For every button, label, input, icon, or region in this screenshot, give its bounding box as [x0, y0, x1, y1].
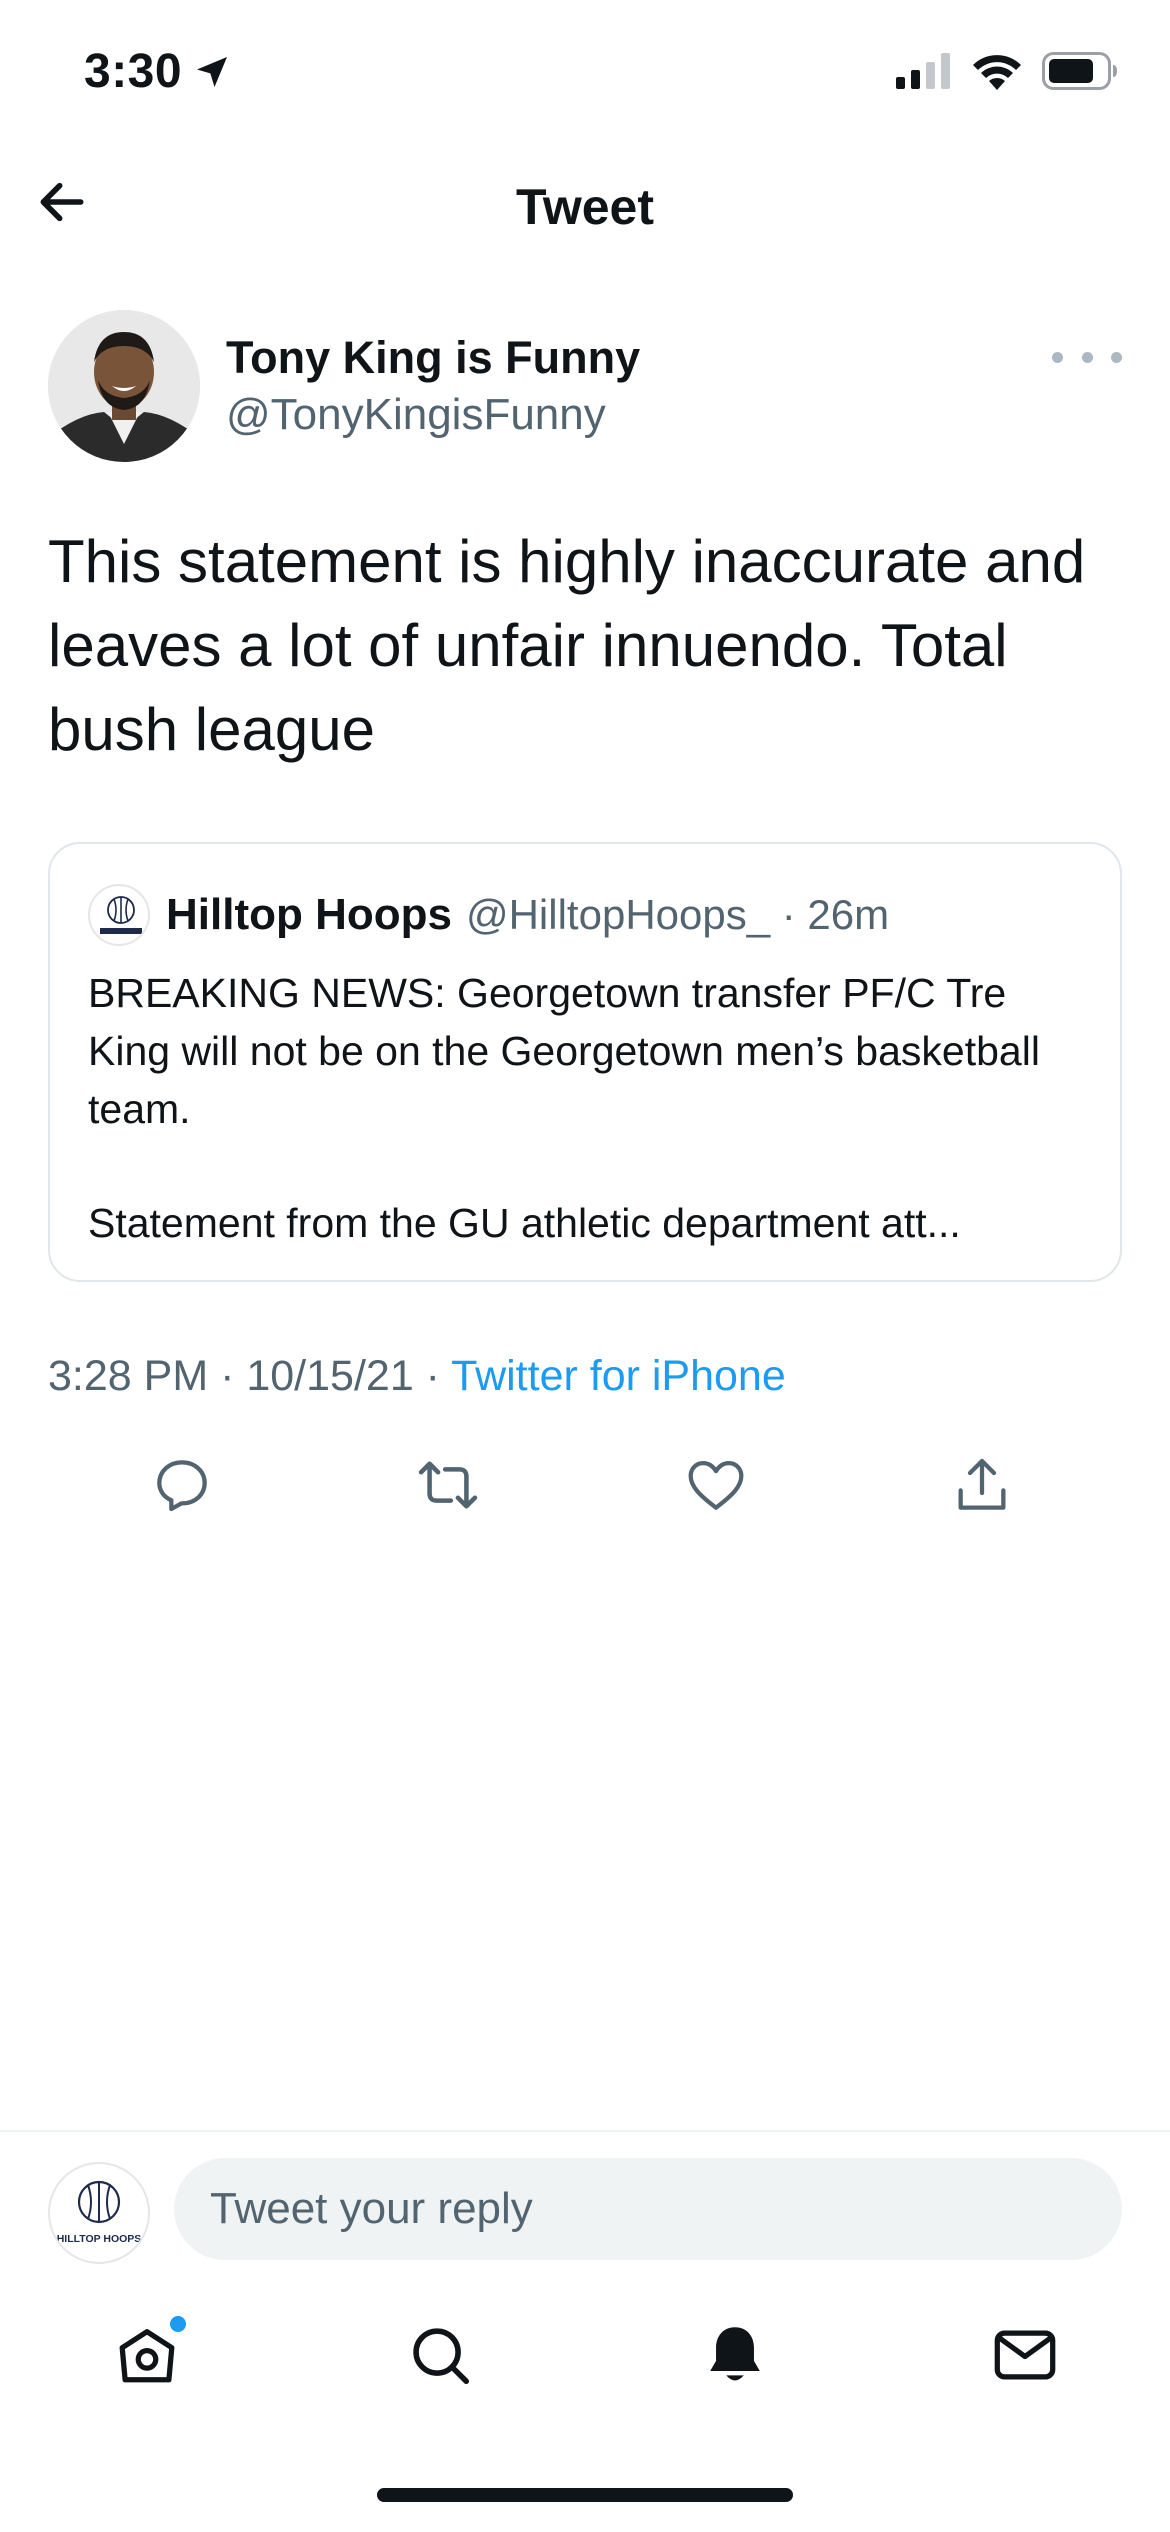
- reply-bar: HILLTOP HOOPS Tweet your reply: [0, 2130, 1170, 2270]
- notification-dot: [170, 2316, 186, 2332]
- quoted-tweet-body: BREAKING NEWS: Georgetown transfer PF/C …: [88, 964, 1088, 1252]
- tweet-text: This statement is highly inaccurate and …: [48, 528, 1086, 763]
- current-user-avatar[interactable]: HILLTOP HOOPS: [48, 2162, 150, 2264]
- quoted-author-avatar: [88, 884, 150, 946]
- wifi-icon: [973, 55, 1021, 90]
- status-bar: 3:30: [0, 0, 1170, 150]
- tweet-source-link[interactable]: Twitter for iPhone: [451, 1352, 786, 1400]
- tweet-timestamp: 3:28 PM · 10/15/21 ·: [48, 1352, 452, 1400]
- battery-icon: [1042, 52, 1117, 90]
- tab-messages[interactable]: [980, 2310, 1070, 2400]
- page-title: Tweet: [516, 179, 654, 235]
- more-dot: [1111, 351, 1122, 363]
- tweet-author: Tony King is Funny @TonyKingisFunny: [48, 310, 1122, 465]
- like-icon: [688, 1461, 744, 1510]
- author-handle[interactable]: @TonyKingisFunny: [226, 390, 606, 440]
- reply-icon: [157, 1460, 207, 1512]
- tweet-meta: 3:28 PM · 10/15/21 · Twitter for iPhone: [48, 1352, 786, 1401]
- more-dot: [1081, 351, 1093, 363]
- tab-bar: [0, 2300, 1170, 2430]
- tab-home[interactable]: [102, 2310, 192, 2400]
- more-dot: [1052, 351, 1063, 363]
- tab-search[interactable]: [395, 2310, 485, 2400]
- notifications-icon: [710, 2327, 760, 2381]
- like-button[interactable]: [676, 1445, 756, 1525]
- avatar-photo: [48, 310, 200, 462]
- reply-input[interactable]: Tweet your reply: [174, 2158, 1122, 2260]
- reply-button[interactable]: [142, 1445, 222, 1525]
- status-indicators: [896, 52, 1118, 90]
- quoted-tweet-text: BREAKING NEWS: Georgetown transfer PF/C …: [88, 970, 1040, 1132]
- retweet-button[interactable]: [408, 1445, 488, 1525]
- more-options-button[interactable]: [1052, 342, 1122, 372]
- quoted-author-handle-time: @HilltopHoops_ · 26m: [465, 891, 890, 938]
- quoted-tweet-text-continued: Statement from the GU athletic departmen…: [88, 1200, 961, 1246]
- author-name[interactable]: Tony King is Funny: [226, 332, 640, 384]
- messages-icon: [994, 2330, 1056, 2380]
- search-icon: [413, 2328, 470, 2385]
- home-indicator[interactable]: [377, 2488, 793, 2502]
- quoted-tweet-header: Hilltop Hoops @HilltopHoops_ · 26m: [88, 884, 889, 946]
- home-icon: [119, 2329, 175, 2383]
- logo-text: HILLTOP HOOPS: [57, 2233, 142, 2245]
- tweet-actions: [0, 1445, 1170, 1525]
- cellular-signal-icon: [896, 53, 950, 89]
- status-time: 3:30: [84, 45, 183, 98]
- hilltop-hoops-logo: HILLTOP HOOPS: [57, 2180, 142, 2245]
- header: Tweet: [0, 150, 1170, 260]
- share-button[interactable]: [942, 1445, 1022, 1525]
- share-icon: [958, 1458, 1006, 1510]
- quoted-author-name: Hilltop Hoops: [166, 890, 452, 939]
- status-time-group: 3:30: [84, 44, 232, 99]
- hilltop-hoops-logo: [100, 896, 142, 934]
- tab-notifications[interactable]: [690, 2310, 780, 2400]
- location-arrow-icon: [197, 56, 228, 87]
- author-avatar[interactable]: [48, 310, 200, 462]
- retweet-icon: [418, 1461, 478, 1509]
- quoted-tweet-card[interactable]: Hilltop Hoops @HilltopHoops_ · 26m BREAK…: [48, 842, 1122, 1282]
